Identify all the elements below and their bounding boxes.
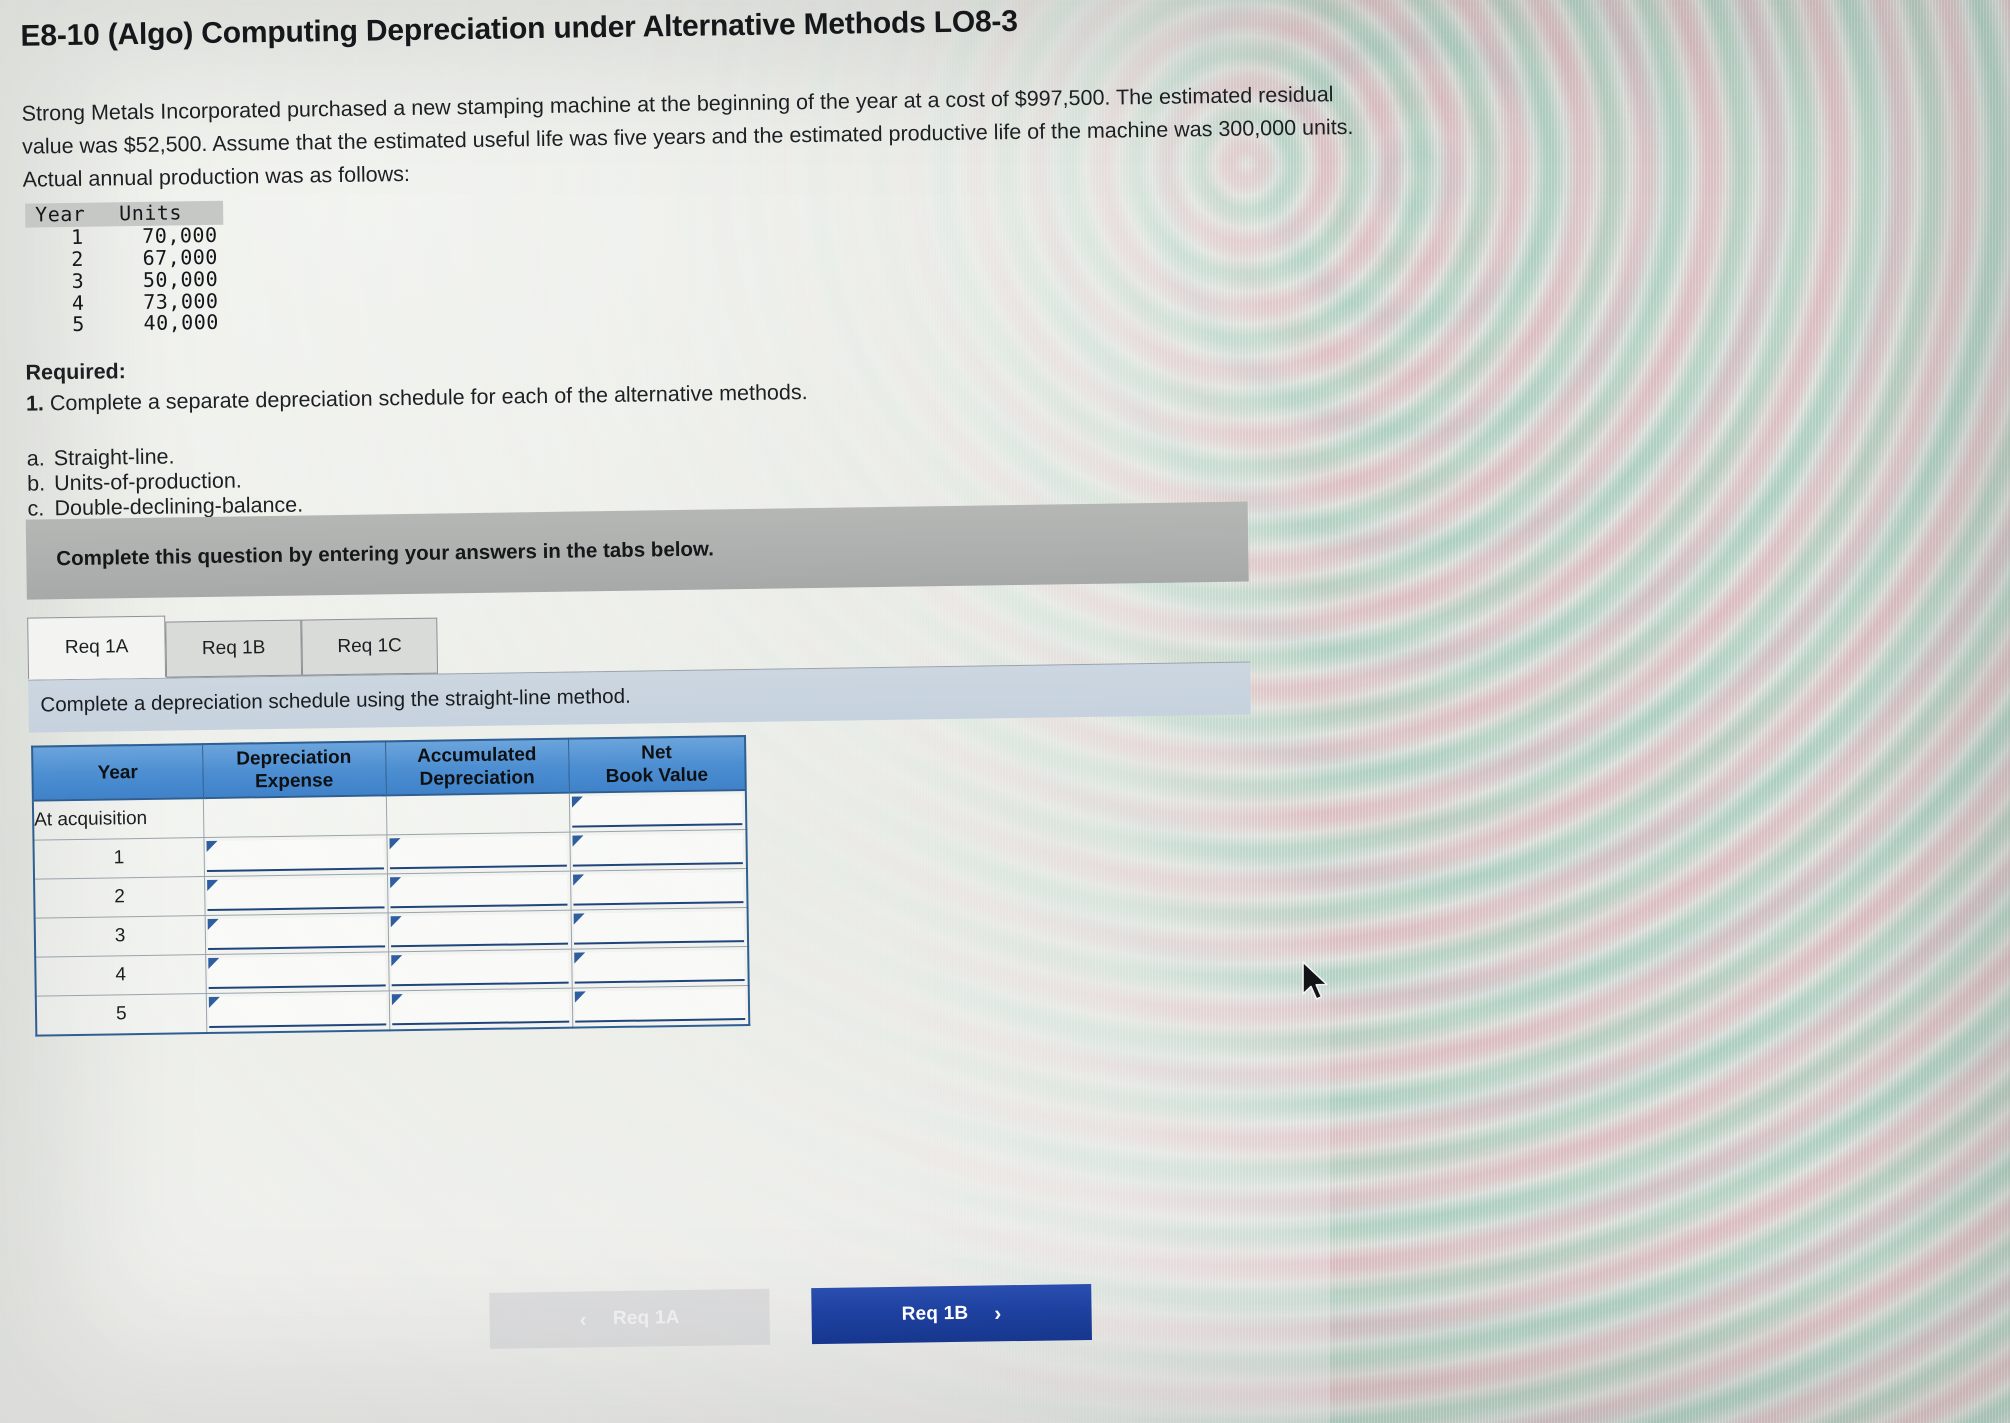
input-y1-depreciation-expense[interactable]	[205, 838, 384, 873]
next-requirement-button[interactable]: Req 1B ›	[811, 1283, 1092, 1345]
page-title: E8-10 (Algo) Computing Depreciation unde…	[20, 4, 1018, 53]
schedule-cell-acq-accumulated-depreciation	[385, 792, 570, 835]
schedule-header-acc-line2: Depreciation	[419, 767, 535, 790]
units-cell-year: 3	[71, 268, 85, 293]
prev-requirement-button[interactable]: ‹ Req 1A	[489, 1288, 771, 1349]
schedule-cell-y4-net-book-value[interactable]	[571, 946, 749, 989]
schedule-cell-y3-net-book-value[interactable]	[570, 907, 749, 950]
schedule-cell-y2-accumulated-depreciation[interactable]	[387, 871, 571, 913]
schedule-header-dep-line2: Expense	[254, 770, 334, 793]
schedule-cell-y1-net-book-value[interactable]	[569, 829, 747, 872]
input-acq-net-book-value[interactable]	[571, 794, 743, 828]
production-units-table: Year Units 1 70,000 2 67,000 3 50,000 4 …	[25, 200, 225, 337]
units-cell-year: 5	[72, 312, 85, 337]
schedule-header-nbv-line1: Net	[641, 742, 672, 764]
requirement-tabs: Req 1A Req 1B Req 1C	[27, 612, 439, 680]
input-y5-depreciation-expense[interactable]	[208, 994, 386, 1029]
input-y3-net-book-value[interactable]	[573, 911, 745, 945]
method-letter-b: b.	[26, 471, 46, 496]
schedule-cell-y3-accumulated-depreciation[interactable]	[387, 910, 572, 952]
schedule-year-label-3: 3	[34, 915, 206, 958]
schedule-cell-y5-accumulated-depreciation[interactable]	[388, 988, 573, 1031]
chevron-right-icon: ›	[994, 1301, 1002, 1325]
schedule-cell-y2-net-book-value[interactable]	[569, 868, 748, 911]
method-label-a: Straight-line.	[53, 444, 175, 471]
input-y4-depreciation-expense[interactable]	[207, 955, 386, 990]
tab-req-1b-label: Req 1B	[201, 637, 266, 660]
schedule-cell-y2-depreciation-expense[interactable]	[204, 873, 388, 916]
method-letter-a: a.	[26, 446, 45, 471]
input-y3-depreciation-expense[interactable]	[207, 916, 385, 951]
schedule-header-acc-line1: Accumulated	[416, 744, 537, 767]
schedule-year-label-4: 4	[35, 954, 206, 997]
schedule-header-dep-line1: Depreciation	[236, 746, 352, 770]
schedule-header-accumulated-depreciation: Accumulated Depreciation	[385, 738, 569, 796]
schedule-cell-y1-depreciation-expense[interactable]	[203, 834, 388, 877]
schedule-header-nbv-line2: Book Value	[605, 764, 709, 788]
tab-req-1a-label: Req 1A	[64, 636, 129, 659]
schedule-year-label-1: 1	[33, 837, 205, 880]
input-y1-accumulated-depreciation[interactable]	[388, 835, 567, 870]
tabs-instruction-banner: Complete this question by entering your …	[25, 501, 1249, 600]
units-cell-year: 4	[71, 290, 85, 315]
schedule-year-label-5: 5	[35, 993, 207, 1036]
schedule-blank-cell	[205, 799, 382, 833]
monitor-photo-screenshot: E8-10 (Algo) Computing Depreciation unde…	[0, 0, 2010, 1423]
schedule-header-year: Year	[32, 744, 203, 801]
requirement-navigation: ‹ Req 1A Req 1B ›	[489, 1283, 1092, 1349]
schedule-header-net-book-value: Net Book Value	[568, 736, 746, 793]
input-y3-accumulated-depreciation[interactable]	[390, 913, 568, 948]
schedule-year-label-2: 2	[34, 876, 205, 919]
schedule-cell-y5-net-book-value[interactable]	[571, 985, 750, 1028]
units-table-row: 5 40,000	[27, 310, 225, 337]
depreciation-schedule-wrapper: Year Depreciation Expense Accumulated De…	[31, 735, 751, 1037]
schedule-year-label-at-acquisition: At acquisition	[32, 798, 204, 841]
tab-req-1b[interactable]: Req 1B	[165, 619, 303, 678]
exercise-content: E8-10 (Algo) Computing Depreciation unde…	[0, 0, 2010, 1423]
methods-list: a. Straight-line. b. Units-of-production. …	[27, 435, 810, 522]
prev-requirement-label: Req 1A	[612, 1307, 680, 1330]
input-y2-depreciation-expense[interactable]	[206, 877, 385, 912]
schedule-cell-y1-accumulated-depreciation[interactable]	[386, 832, 570, 874]
units-header-year: Year	[25, 202, 120, 228]
units-cell-year: 1	[70, 225, 84, 250]
schedule-cell-y4-depreciation-expense[interactable]	[205, 951, 389, 994]
schedule-cell-acq-net-book-value[interactable]	[568, 790, 747, 833]
next-requirement-label: Req 1B	[901, 1302, 969, 1325]
schedule-header-depreciation-expense: Depreciation Expense	[202, 741, 386, 799]
tab-req-1c[interactable]: Req 1C	[301, 617, 439, 676]
input-y5-net-book-value[interactable]	[574, 989, 746, 1023]
input-y2-accumulated-depreciation[interactable]	[389, 874, 567, 909]
input-y1-net-book-value[interactable]	[571, 833, 743, 867]
units-cell-year: 2	[71, 246, 85, 272]
units-cell-units: 40,000	[143, 310, 219, 336]
input-y2-net-book-value[interactable]	[572, 872, 744, 906]
tab-req-1c-label: Req 1C	[337, 635, 402, 658]
method-letter-c: c.	[27, 496, 45, 521]
schedule-cell-y5-depreciation-expense[interactable]	[205, 990, 390, 1034]
schedule-cell-acq-depreciation-expense	[202, 795, 387, 838]
problem-statement: Strong Metals Incorporated purchased a n…	[21, 82, 1354, 192]
chevron-left-icon: ‹	[579, 1307, 588, 1332]
input-y4-net-book-value[interactable]	[573, 950, 745, 984]
schedule-cell-y3-depreciation-expense[interactable]	[204, 912, 389, 955]
method-label-b: Units-of-production.	[53, 468, 242, 496]
tab-req-1a[interactable]: Req 1A	[27, 615, 167, 680]
required-section: Required: 1. Complete a separate depreci…	[25, 346, 809, 522]
input-y4-accumulated-depreciation[interactable]	[390, 952, 569, 987]
schedule-cell-y4-accumulated-depreciation[interactable]	[388, 949, 572, 991]
schedule-blank-cell	[388, 797, 565, 831]
input-y5-accumulated-depreciation[interactable]	[391, 991, 569, 1026]
depreciation-schedule-table: Year Depreciation Expense Accumulated De…	[31, 735, 751, 1037]
schedule-header-year-line1: Year	[97, 761, 138, 784]
tabs-instruction-text: Complete this question by entering your …	[56, 537, 715, 571]
required-item-number: 1.	[25, 391, 45, 416]
